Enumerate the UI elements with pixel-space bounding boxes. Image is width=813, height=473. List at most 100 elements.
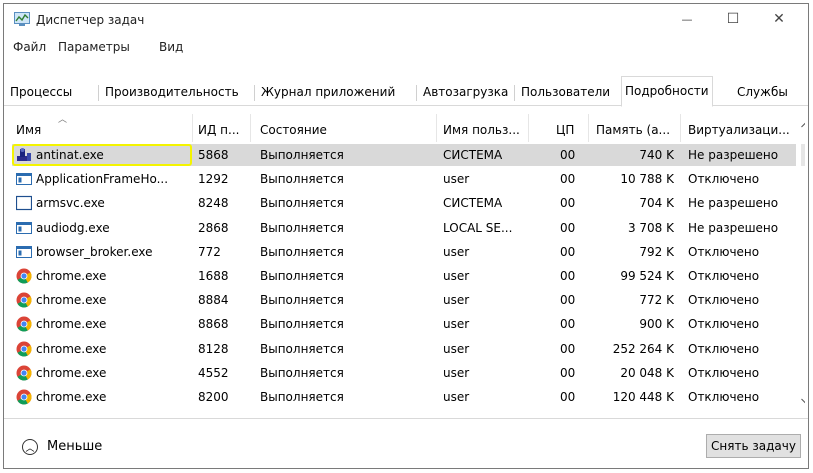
- cell-pid: 8884: [198, 293, 229, 308]
- column-divider[interactable]: [250, 114, 251, 142]
- cell-pid: 772: [198, 244, 221, 259]
- menu-view[interactable]: Вид: [159, 40, 183, 54]
- cell-virtualization: Отключено: [688, 341, 760, 356]
- table-row[interactable]: browser_broker.exe 772 Выполняется user 00 79…: [12, 241, 796, 263]
- table-row[interactable]: chrome.exe 8200 Выполняется user 00 120 448 K…: [12, 386, 796, 408]
- cell-pid: 8868: [198, 317, 229, 332]
- cell-virtualization: Отключено: [688, 172, 760, 187]
- table-row[interactable]: antinat.exe 5868 Выполняется СИСТЕМА 00 740 K…: [12, 144, 796, 166]
- chrome-icon: [16, 292, 32, 308]
- tab-app-history[interactable]: Журнал приложений: [258, 80, 398, 104]
- window-app-icon: [16, 220, 32, 236]
- table-row[interactable]: chrome.exe 1688 Выполняется user 00 99 524 K О…: [12, 265, 796, 287]
- cell-cpu: 00: [560, 220, 576, 235]
- cell-name: chrome.exe: [36, 390, 107, 404]
- cell-state: Выполняется: [260, 293, 344, 308]
- cell-cpu: 00: [560, 317, 576, 332]
- table-row[interactable]: chrome.exe 8128 Выполняется user 00 252 264 K…: [12, 338, 796, 360]
- minimize-button[interactable]: —: [664, 4, 710, 34]
- cell-name: chrome.exe: [36, 317, 107, 332]
- column-virtualization[interactable]: Виртуализаци...: [688, 123, 790, 137]
- scroll-up-icon[interactable]: [801, 122, 805, 128]
- tab-users[interactable]: Пользователи: [518, 80, 613, 104]
- cell-virtualization: Не разрешено: [688, 196, 779, 211]
- cell-state: Выполняется: [260, 341, 344, 356]
- cell-virtualization: Отключено: [688, 365, 760, 380]
- cell-state: Выполняется: [260, 317, 344, 332]
- scroll-down-icon[interactable]: [801, 398, 805, 404]
- tab-startup[interactable]: Автозагрузка: [420, 80, 511, 104]
- scroll-thumb[interactable]: [801, 144, 805, 166]
- tab-details[interactable]: Подробности: [621, 76, 713, 107]
- cell-name: browser_broker.exe: [36, 244, 153, 259]
- cell-state: Выполняется: [260, 172, 344, 187]
- tab-performance[interactable]: Производительность: [102, 80, 242, 104]
- tab-separator: [416, 85, 417, 101]
- tab-services[interactable]: Службы: [734, 80, 791, 104]
- column-pid[interactable]: ИД п...: [198, 123, 239, 137]
- table-row[interactable]: chrome.exe 8868 Выполняется user 00 900 K Откл…: [12, 313, 796, 335]
- cell-memory: 740 K: [639, 148, 674, 162]
- column-divider[interactable]: [528, 114, 529, 142]
- column-memory[interactable]: Память (а...: [596, 123, 670, 137]
- fewer-details-link[interactable]: Меньше: [47, 439, 102, 454]
- cell-cpu: 00: [560, 148, 576, 162]
- minimize-icon: —: [681, 12, 693, 26]
- cell-state: Выполняется: [260, 244, 344, 259]
- column-divider[interactable]: [680, 114, 681, 142]
- cell-name: chrome.exe: [36, 269, 107, 283]
- cell-cpu: 00: [560, 172, 576, 187]
- cell-memory: 3 708 K: [627, 220, 674, 235]
- cell-cpu: 00: [560, 269, 576, 283]
- cell-name: chrome.exe: [36, 341, 107, 356]
- cell-virtualization: Отключено: [688, 269, 760, 283]
- tab-processes[interactable]: Процессы: [7, 80, 75, 104]
- table-row[interactable]: ApplicationFrameHo... 1292 Выполняется user…: [12, 168, 796, 190]
- window-app-icon: [16, 171, 32, 187]
- table-row[interactable]: chrome.exe 4552 Выполняется user 00 20 048 K О…: [12, 362, 796, 384]
- cell-pid: 1688: [198, 269, 229, 283]
- column-divider[interactable]: [588, 114, 589, 142]
- menu-options[interactable]: Параметры: [58, 40, 130, 54]
- cell-virtualization: Не разрешено: [688, 220, 779, 235]
- cell-memory: 792 K: [639, 244, 674, 259]
- cell-name: ApplicationFrameHo...: [36, 172, 169, 187]
- column-divider[interactable]: [436, 114, 437, 142]
- cell-user: user: [443, 365, 470, 380]
- menu-file[interactable]: Файл: [13, 40, 46, 54]
- chrome-icon: [16, 316, 32, 332]
- tab-bar: Процессы Производительность Журнал прило…: [4, 75, 808, 107]
- cell-name: audiodg.exe: [36, 220, 110, 235]
- cell-state: Выполняется: [260, 390, 344, 404]
- column-divider[interactable]: [192, 114, 193, 142]
- cell-name: armsvc.exe: [36, 196, 105, 211]
- details-table: ︿ Имя ИД п... Состояние Имя польз... ЦП …: [12, 114, 805, 416]
- table-row[interactable]: audiodg.exe 2868 Выполняется LOCAL SE... 00 3…: [12, 217, 796, 239]
- cell-user: user: [443, 172, 470, 187]
- title-bar[interactable]: Диспетчер задач — ☐ ✕: [4, 4, 808, 36]
- window-title: Диспетчер задач: [36, 13, 145, 27]
- maximize-button[interactable]: ☐: [710, 4, 756, 34]
- cell-memory: 772 K: [639, 293, 674, 308]
- cell-cpu: 00: [560, 365, 576, 380]
- task-manager-window: Диспетчер задач — ☐ ✕ Файл Параметры Вид…: [3, 3, 809, 469]
- close-button[interactable]: ✕: [756, 4, 802, 34]
- cell-memory: 99 524 K: [620, 269, 674, 283]
- column-name[interactable]: Имя: [16, 123, 41, 137]
- cell-state: Выполняется: [260, 365, 344, 380]
- column-user[interactable]: Имя польз...: [443, 123, 520, 137]
- table-row[interactable]: armsvc.exe 8248 Выполняется СИСТЕМА 00 704 K Н…: [12, 192, 796, 214]
- cell-pid: 8248: [198, 196, 229, 211]
- cell-memory: 10 788 K: [620, 172, 674, 187]
- vertical-scrollbar[interactable]: [797, 114, 805, 416]
- cell-pid: 4552: [198, 365, 229, 380]
- cell-memory: 20 048 K: [620, 365, 674, 380]
- column-state[interactable]: Состояние: [260, 123, 327, 137]
- column-cpu[interactable]: ЦП: [556, 123, 574, 137]
- end-task-button[interactable]: Снять задачу: [706, 434, 801, 458]
- maximize-icon: ☐: [726, 11, 740, 27]
- task-manager-icon: [14, 12, 30, 26]
- table-row[interactable]: chrome.exe 8884 Выполняется user 00 772 K Откл…: [12, 289, 796, 311]
- collapse-chevron-icon[interactable]: ︿: [22, 439, 38, 455]
- cell-memory: 704 K: [639, 196, 674, 211]
